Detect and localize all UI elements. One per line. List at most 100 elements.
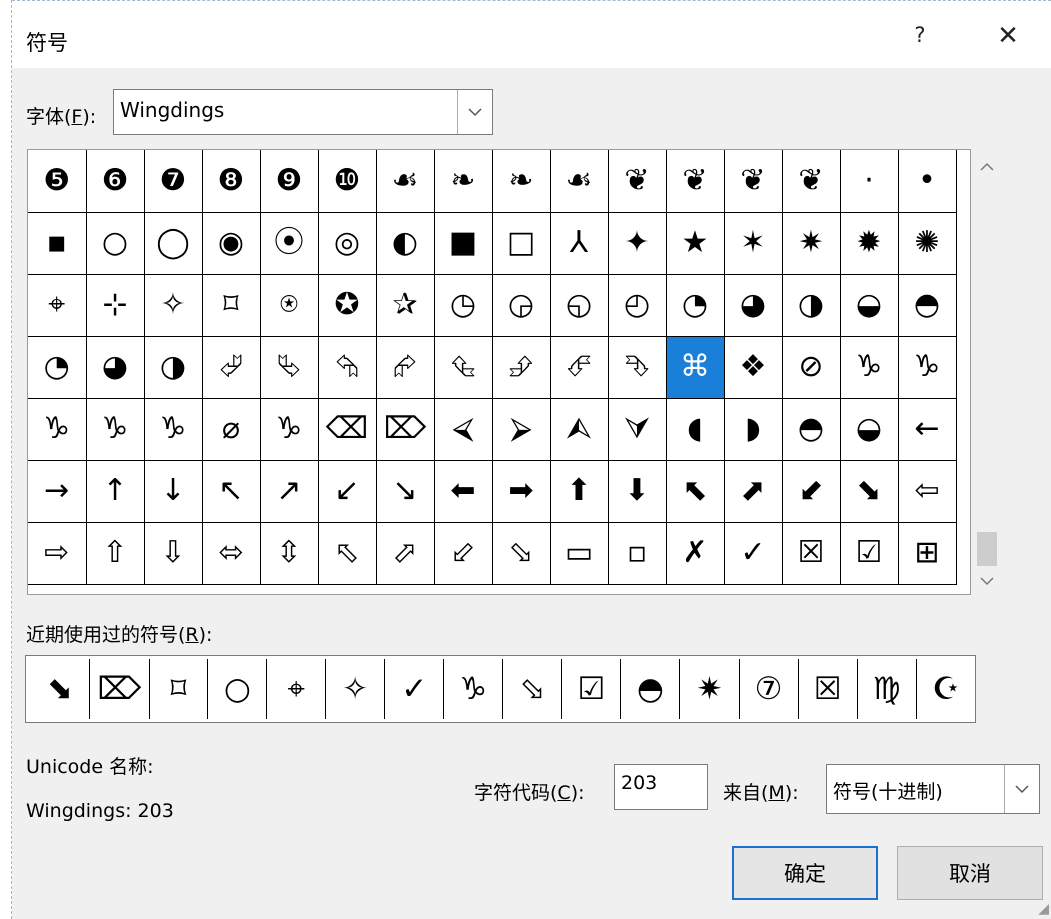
symbol-cell[interactable]: ⮷: [607, 335, 667, 399]
symbol-cell[interactable]: ⌀: [201, 397, 261, 461]
recent-symbol-cell[interactable]: ☪: [916, 659, 975, 719]
recent-symbol-cell[interactable]: ⌖: [266, 659, 327, 719]
symbol-cell[interactable]: ❧: [491, 150, 551, 213]
symbol-cell[interactable]: ✧: [143, 273, 203, 337]
symbol-cell[interactable]: ⬉: [665, 459, 725, 523]
recent-symbol-cell[interactable]: ✧: [325, 659, 386, 719]
symbol-cell[interactable]: ◗: [723, 397, 783, 461]
symbol-cell[interactable]: ⇦: [897, 459, 957, 523]
symbol-cell[interactable]: ☑: [839, 521, 899, 585]
symbol-cell[interactable]: ←: [897, 397, 957, 461]
symbol-cell[interactable]: ⇳: [259, 521, 319, 585]
char-code-input[interactable]: 203: [614, 764, 708, 810]
recent-symbols[interactable]: ⬊ ⌦ ⌑ ○ ⌖ ✧ ✓ ♑ ⬂ ☑ ◓ ✷ ⑦ ☒ ♍ ☪: [25, 655, 976, 723]
recent-symbol-cell[interactable]: ♍: [857, 659, 917, 719]
symbol-cell[interactable]: ↙: [317, 459, 377, 523]
symbol-cell[interactable]: ⌑: [201, 273, 261, 337]
symbol-cell[interactable]: ✪: [317, 273, 377, 337]
symbol-cell[interactable]: ✹: [839, 211, 899, 275]
symbol-cell[interactable]: ↓: [143, 459, 203, 523]
scroll-thumb[interactable]: [977, 532, 997, 566]
symbol-cell[interactable]: ↑: [85, 459, 145, 523]
symbol-cell[interactable]: ◷: [433, 273, 493, 337]
symbol-cell[interactable]: ◒: [839, 397, 899, 461]
close-button[interactable]: ✕: [993, 21, 1023, 51]
symbol-cell[interactable]: ⬂: [491, 521, 551, 585]
scroll-up-button[interactable]: [977, 157, 997, 177]
symbol-cell[interactable]: ⇧: [85, 521, 145, 585]
symbol-cell[interactable]: ◑: [143, 335, 203, 399]
symbol-cell[interactable]: ⌘: [665, 335, 725, 399]
recent-symbol-cell[interactable]: ☑: [561, 659, 622, 719]
symbol-cell[interactable]: ◖: [665, 397, 725, 461]
symbol-cell[interactable]: ◓: [897, 273, 957, 337]
symbol-scrollbar[interactable]: [971, 149, 1003, 595]
symbol-cell[interactable]: ⅄: [549, 211, 609, 275]
symbol-cell[interactable]: ◓: [781, 397, 841, 461]
symbol-cell[interactable]: ⬇: [607, 459, 667, 523]
symbol-cell[interactable]: ⮘: [433, 397, 493, 461]
symbol-cell[interactable]: ⬊: [839, 459, 899, 523]
symbol-cell[interactable]: ◐: [375, 211, 435, 275]
symbol-cell[interactable]: ⬆: [549, 459, 609, 523]
symbol-cell[interactable]: ⇩: [143, 521, 203, 585]
symbol-cell[interactable]: ⬃: [433, 521, 493, 585]
symbol-cell[interactable]: ✺: [897, 211, 957, 275]
recent-symbol-cell[interactable]: ◓: [620, 659, 681, 719]
symbol-cell[interactable]: ■: [433, 211, 493, 275]
symbol-cell[interactable]: ♑: [85, 397, 145, 461]
font-select[interactable]: Wingdings: [113, 89, 493, 135]
symbol-cell[interactable]: ⬋: [781, 459, 841, 523]
symbol-cell[interactable]: ○: [85, 211, 145, 275]
symbol-cell[interactable]: ⬈: [723, 459, 783, 523]
symbol-cell[interactable]: ◉: [201, 211, 261, 275]
resize-grip-icon[interactable]: ◢: [1038, 901, 1049, 917]
symbol-cell[interactable]: ◑: [781, 273, 841, 337]
symbol-cell[interactable]: ♑: [259, 397, 319, 461]
symbol-cell[interactable]: ⇨: [28, 521, 87, 585]
symbol-cell[interactable]: ❺: [28, 150, 87, 213]
symbol-cell[interactable]: ♑: [143, 397, 203, 461]
symbol-cell[interactable]: ⊞: [897, 521, 957, 585]
symbol-cell[interactable]: ·: [839, 150, 899, 213]
symbol-cell[interactable]: ❦: [781, 150, 841, 213]
recent-symbol-cell[interactable]: ⬊: [31, 659, 91, 719]
symbol-cell[interactable]: ⮳: [375, 335, 435, 399]
symbol-cell[interactable]: ⊘: [781, 335, 841, 399]
symbol-cell[interactable]: ❦: [607, 150, 667, 213]
symbol-cell[interactable]: ⮶: [549, 335, 609, 399]
recent-symbol-cell[interactable]: ⬂: [502, 659, 563, 719]
symbol-cell[interactable]: ❾: [259, 150, 319, 213]
symbol-cell[interactable]: ◯: [143, 211, 203, 275]
symbol-cell[interactable]: ⬁: [317, 521, 377, 585]
symbol-grid[interactable]: ❺ ❻ ❼ ❽ ❾ ❿ ☙ ❧ ❧ ☙ ❦ ❦ ❦ ❦ · • ▪ ○ ◯ ◉ ⦿ ◎ ◐ ■ □ ⅄ ✦ ★ ✶ ✷ ✹ ✺ ⌖ ⊹ ✧ ⌑ ⍟ ✪ ✰ ◷…: [27, 149, 971, 595]
recent-symbol-cell[interactable]: ☒: [798, 659, 858, 719]
from-select[interactable]: 符号(十进制): [826, 764, 1040, 814]
symbol-cell[interactable]: ❿: [317, 150, 377, 213]
symbol-cell[interactable]: ↗: [259, 459, 319, 523]
symbol-cell[interactable]: ⮰: [201, 335, 261, 399]
recent-symbol-cell[interactable]: ✓: [384, 659, 445, 719]
symbol-cell[interactable]: ☙: [549, 150, 609, 213]
symbol-cell[interactable]: ⮲: [317, 335, 377, 399]
symbol-cell[interactable]: ⌫: [317, 397, 377, 461]
symbol-cell[interactable]: ❦: [665, 150, 725, 213]
symbol-cell[interactable]: →: [28, 459, 87, 523]
symbol-cell[interactable]: •: [897, 150, 957, 213]
cancel-button[interactable]: 取消: [897, 846, 1043, 900]
symbol-cell[interactable]: ❻: [85, 150, 145, 213]
font-dropdown-button[interactable]: [457, 90, 492, 134]
symbol-cell[interactable]: ☙: [375, 150, 435, 213]
symbol-cell[interactable]: ✶: [723, 211, 783, 275]
symbol-cell[interactable]: ➡: [491, 459, 551, 523]
symbol-cell[interactable]: ◕: [85, 335, 145, 399]
symbol-cell[interactable]: ⮵: [491, 335, 551, 399]
recent-symbol-cell[interactable]: ⑦: [739, 659, 799, 719]
symbol-cell[interactable]: ☒: [781, 521, 841, 585]
symbol-cell[interactable]: ❦: [723, 150, 783, 213]
symbol-cell[interactable]: ⬅: [433, 459, 493, 523]
symbol-cell[interactable]: ◔: [665, 273, 725, 337]
symbol-cell[interactable]: ⮴: [433, 335, 493, 399]
symbol-cell[interactable]: ⮱: [259, 335, 319, 399]
symbol-cell[interactable]: ❖: [723, 335, 783, 399]
